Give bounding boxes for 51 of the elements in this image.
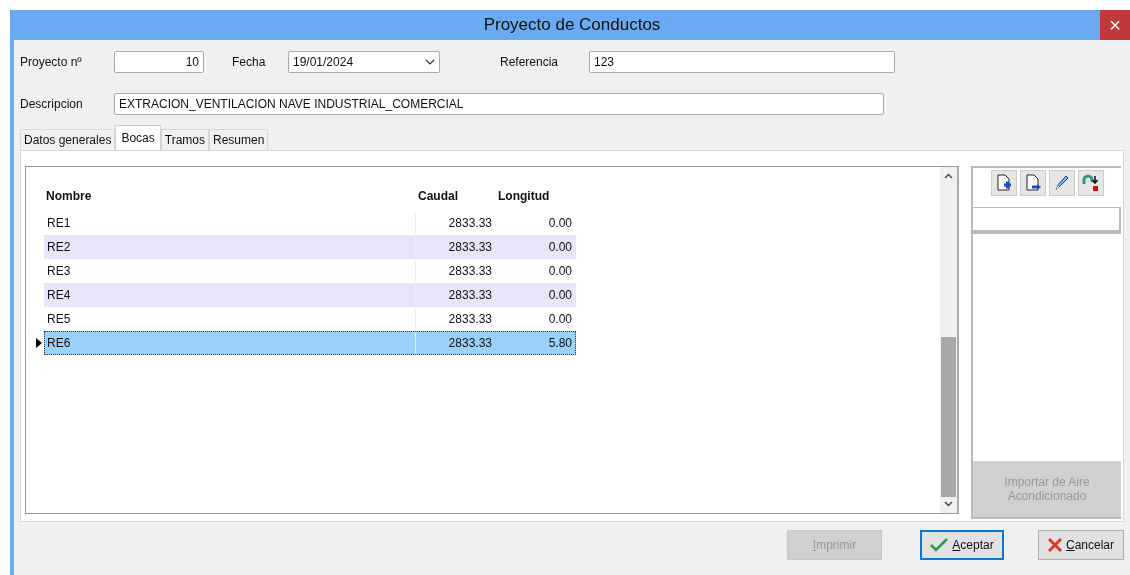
tab[interactable]: Bocas: [115, 125, 161, 150]
chevron-down-icon: [425, 59, 435, 65]
ok-button[interactable]: Aceptar: [920, 529, 1004, 560]
field-label: Proyecto nº: [20, 55, 83, 69]
table-cell-text: 0.00: [547, 312, 573, 326]
table-row[interactable]: RE6 2833.33 5.80: [44, 331, 576, 355]
table-cell-text: 0.00: [547, 288, 573, 302]
scroll-thumb[interactable]: [941, 337, 956, 497]
date-dropdown[interactable]: 19/01/2024: [288, 51, 440, 73]
table-cell: 2833.33: [415, 308, 495, 330]
column-header[interactable]: Longitud: [494, 189, 574, 203]
table-cell: 2833.33: [415, 212, 495, 234]
text-field[interactable]: [971, 208, 1121, 232]
table-cell: 2833.33: [415, 284, 495, 306]
row-pointer-icon: [36, 338, 42, 348]
scrollbar[interactable]: [940, 167, 957, 513]
column-header[interactable]: Caudal: [414, 189, 494, 203]
table-cell-text: RE5: [46, 312, 72, 326]
table-cell-text: 0.00: [547, 240, 573, 254]
text-field[interactable]: 10: [114, 51, 204, 73]
cancel-button[interactable]: Cancelar: [1038, 529, 1124, 560]
field-label: Fecha: [232, 55, 267, 69]
chevron-down-icon: [944, 501, 953, 507]
description-field[interactable]: EXTRACION_VENTILACION NAVE INDUSTRIAL_COMERCIAL: [114, 93, 884, 115]
table-row[interactable]: RE4 2833.33 0.00: [44, 283, 576, 307]
table-cell: 2833.33: [415, 332, 495, 354]
new-document-icon[interactable]: [991, 170, 1017, 196]
table-cell-text: 0.00: [547, 264, 573, 278]
checkmark-icon: [930, 537, 949, 552]
table-cell-text: RE6: [46, 336, 72, 350]
table-cell-text: RE2: [46, 240, 72, 254]
close-button[interactable]: ×: [1100, 10, 1130, 40]
table-cell-text: RE3: [46, 264, 72, 278]
text-field[interactable]: 123: [589, 51, 895, 73]
field-label: Descripcion: [20, 97, 84, 111]
table-cell-text: RE1: [46, 216, 72, 230]
tab[interactable]: Tramos: [160, 129, 209, 150]
close-icon: [1048, 537, 1062, 552]
chevron-up-icon: [944, 173, 953, 179]
pencil-icon[interactable]: [1049, 170, 1075, 196]
column-header[interactable]: Nombre: [44, 189, 414, 203]
table-row[interactable]: RE2 2833.33 0.00: [44, 235, 576, 259]
table-cell-text: RE4: [46, 288, 72, 302]
table-cell-text: 0.00: [547, 216, 573, 230]
window-title: Proyecto de Conductos: [483, 15, 661, 35]
table-cell-text: 5.80: [547, 336, 573, 350]
table-cell: 2833.33: [415, 260, 495, 282]
tab[interactable]: Resumen: [209, 129, 269, 150]
field-label: Referencia: [500, 55, 560, 69]
table-cell: 2833.33: [415, 236, 495, 258]
tab[interactable]: Datos generales: [20, 129, 116, 150]
